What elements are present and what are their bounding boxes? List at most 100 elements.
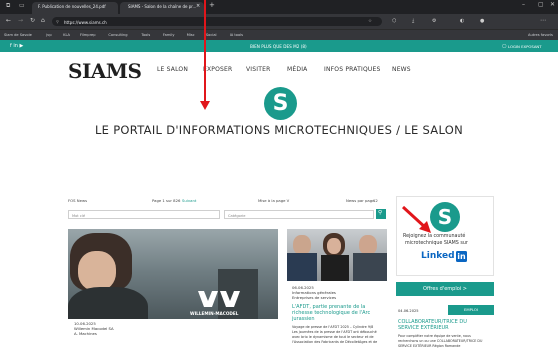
- news-card-afdt-photo[interactable]: [287, 229, 387, 281]
- exhibitor-login-link[interactable]: LOGIN EXPOSANT: [508, 44, 542, 49]
- join-line1: Rejoignez la communauté: [403, 234, 466, 239]
- close-window-icon[interactable]: ✕: [550, 1, 555, 8]
- category-select[interactable]: Catégorie: [224, 210, 374, 219]
- siams-logo[interactable]: SIAMS: [68, 59, 142, 83]
- card2-category2: Entreprises de services: [292, 295, 337, 300]
- tab-siams[interactable]: SIAMS - Salon de la chaîne de pr... ×: [120, 2, 204, 14]
- minimize-icon[interactable]: –: [522, 1, 525, 8]
- bookmark-item[interactable]: Misc: [187, 33, 195, 37]
- job-title-line2[interactable]: SERVICE EXTÉRIEUR: [398, 325, 449, 331]
- star-icon[interactable]: ☆: [368, 19, 372, 24]
- nav-visiter[interactable]: VISITER: [246, 66, 270, 73]
- bookmark-item[interactable]: Siam de Savoie: [4, 33, 32, 37]
- keyword-placeholder: Mot clé: [72, 213, 86, 218]
- browser-toolbar: ← → ↻ ⌂ ⚲ https://www.siams.ch ☆ ⬡ ⤓ ⚙ ◐…: [0, 14, 558, 29]
- downloads-icon[interactable]: ⤓: [412, 18, 414, 24]
- bookmark-item[interactable]: Family: [163, 33, 175, 37]
- man-left-suit: [287, 253, 317, 281]
- card1-meta: A. Machines: [74, 331, 97, 336]
- job-offers-label: Offres d'emploi >: [423, 286, 467, 292]
- siams-s-logo: S: [264, 87, 297, 120]
- user-icon[interactable]: ◯: [502, 43, 506, 48]
- news-card-willemin[interactable]: WILLEMIN-MACODEL 10.06.2025 Willemin Mac…: [68, 229, 278, 336]
- extensions-icon[interactable]: ⬡: [392, 18, 396, 24]
- nav-le-salon[interactable]: LE SALON: [157, 66, 188, 73]
- card2-body-line1: Voyage de presse de l'AFDT 2025 – Cylind…: [292, 325, 374, 329]
- join-line2: microtechnique SIAMS sur: [405, 241, 468, 246]
- person-face: [78, 251, 116, 291]
- search-button[interactable]: ⚲: [376, 209, 386, 219]
- tab-pdf[interactable]: F. Publication de nouvelles_24.pdf: [32, 2, 118, 14]
- forward-icon[interactable]: →: [18, 17, 23, 24]
- page-title: LE PORTAIL D'INFORMATIONS MICROTECHNIQUE…: [94, 123, 464, 137]
- nav-media[interactable]: MÉDIA: [287, 66, 307, 73]
- site-topbar: f in ▶ BIEN PLUS QUE DES M2 (8) LOGIN EX…: [0, 40, 558, 52]
- annotation-arrow-head: [200, 101, 210, 110]
- woman-face: [327, 238, 341, 254]
- woman-top: [321, 255, 349, 281]
- address-bar[interactable]: ⚲ https://www.siams.ch ☆: [52, 17, 382, 26]
- card2-title-line3[interactable]: jurassien: [292, 316, 315, 322]
- linkedin-promo[interactable]: S Rejoignez la communauté microtechnique…: [396, 196, 494, 276]
- sort-select[interactable]: Mise à la page V: [258, 198, 289, 203]
- bookmark-item[interactable]: KLA: [63, 33, 70, 37]
- linkedin-icon: in: [456, 251, 467, 262]
- card2-body-line4: l'Association des Fabricants de Décollet…: [292, 340, 378, 344]
- topbar-tagline[interactable]: BIEN PLUS QUE DES M2 (8): [250, 44, 307, 49]
- bookmark-item[interactable]: jvp: [46, 33, 51, 37]
- keyword-search-input[interactable]: Mot clé: [68, 210, 220, 219]
- bookmark-item[interactable]: Tools: [141, 33, 150, 37]
- category-placeholder: Catégorie: [228, 213, 246, 218]
- red-arrow-icon: [401, 205, 431, 233]
- news-section-label: FOS News: [68, 198, 88, 203]
- new-tab-icon[interactable]: +: [209, 1, 215, 9]
- more-menu-icon[interactable]: ⋯: [540, 17, 546, 24]
- s-logo-letter: S: [272, 91, 289, 116]
- nav-exposer[interactable]: EXPOSER: [203, 66, 232, 73]
- job-body-line1: Pour compléter notre équipe de vente, no…: [398, 334, 471, 338]
- per-page-select[interactable]: 12: [373, 198, 378, 203]
- url-text: https://www.siams.ch: [64, 19, 107, 25]
- willemin-logo: [196, 289, 266, 313]
- tab-pdf-title: F. Publication de nouvelles_24.pdf: [38, 4, 106, 9]
- maximize-icon[interactable]: ▢: [538, 1, 544, 8]
- nav-news[interactable]: NEWS: [392, 66, 411, 73]
- bookmark-item[interactable]: IA tools: [230, 33, 243, 37]
- reload-icon[interactable]: ↻: [30, 17, 35, 24]
- bookmark-item[interactable]: Filmprep: [80, 33, 95, 37]
- card1-caption: 10.06.2025 Willemin Macodel SA A. Machin…: [68, 319, 278, 336]
- search-icon: ⚲: [378, 210, 383, 216]
- window-menu-icon[interactable]: ⧉: [6, 2, 10, 10]
- job-badge: EMPLOI: [448, 305, 494, 315]
- job-offers-button[interactable]: Offres d'emploi >: [396, 282, 494, 296]
- copilot-icon[interactable]: ◐: [460, 18, 464, 24]
- card2-body-line2: Les journées de la presse de l'AFDT ont …: [292, 330, 377, 334]
- linkedin-wordmark: Linked: [421, 251, 455, 261]
- bookmark-item[interactable]: Social: [206, 33, 217, 37]
- annotation-arrow-shaft: [204, 0, 206, 103]
- man-right-face: [359, 235, 377, 255]
- back-icon[interactable]: ←: [6, 17, 11, 24]
- close-tab-icon[interactable]: ×: [196, 3, 200, 9]
- settings-icon[interactable]: ⚙: [432, 18, 436, 24]
- other-bookmarks[interactable]: Autres favoris: [528, 33, 553, 37]
- tab-siams-title: SIAMS - Salon de la chaîne de pr...: [128, 4, 197, 9]
- bookmarks-bar: Siam de Savoie jvp KLA Filmprep Consulting To…: [0, 29, 558, 40]
- home-icon[interactable]: ⌂: [41, 17, 45, 24]
- bookmark-item[interactable]: Consulting: [108, 33, 127, 37]
- per-page-label: News par page: [346, 198, 375, 203]
- next-page-link[interactable]: Suivant: [182, 198, 196, 203]
- job-date: 04.06.2025: [398, 309, 419, 313]
- job-body-line3: SERVICE EXTÉRIEUR Région Romande: [398, 344, 461, 348]
- card1-brand: WILLEMIN-MACODEL: [190, 311, 239, 316]
- nav-infos-pratiques[interactable]: INFOS PRATIQUES: [324, 66, 380, 73]
- tab-overview-icon[interactable]: ▭: [19, 2, 25, 9]
- job-body-line2: recherchons un ou une COLLABORATEUR/TRIC…: [398, 339, 483, 343]
- social-icons[interactable]: f in ▶: [10, 43, 23, 49]
- page-info: Page 1 sur 826: [152, 198, 181, 203]
- lock-icon[interactable]: ⚲: [56, 19, 59, 24]
- browser-tab-strip: ⧉ ▭ F. Publication de nouvelles_24.pdf S…: [0, 0, 558, 14]
- man-right-suit: [353, 253, 387, 281]
- profile-icon[interactable]: ●: [480, 18, 484, 24]
- card2-body-line3: avec brio le dynamisme de tout le secteu…: [292, 335, 374, 339]
